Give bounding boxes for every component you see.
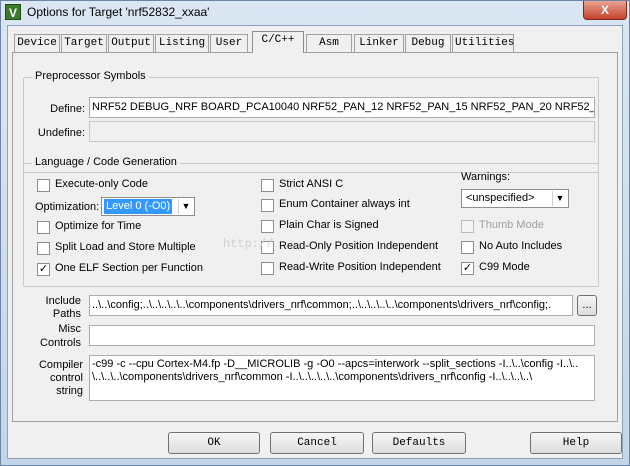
tab-device[interactable]: Device	[14, 34, 60, 52]
thumb-mode-checkbox	[461, 220, 474, 233]
tab-utilities[interactable]: Utilities	[452, 34, 514, 52]
undefine-label: Undefine:	[37, 127, 85, 139]
defaults-button[interactable]: Defaults	[372, 432, 466, 454]
include-label-line1: Include	[45, 295, 81, 307]
compiler-label-line3: string	[56, 385, 83, 397]
define-label: Define:	[50, 103, 85, 115]
misc-controls-field[interactable]	[89, 325, 595, 346]
define-field[interactable]: NRF52 DEBUG_NRF BOARD_PCA10040 NRF52_PAN…	[89, 97, 595, 118]
optimization-label: Optimization:	[35, 201, 100, 213]
strict-ansi-label: Strict ANSI C	[279, 178, 344, 190]
c99-mode-label: C99 Mode	[479, 261, 530, 273]
no-auto-includes-checkbox[interactable]	[461, 241, 474, 254]
one-elf-checkbox[interactable]: ✓	[37, 263, 50, 276]
window-title: Options for Target 'nrf52832_xxaa'	[27, 5, 210, 19]
rw-pi-label: Read-Write Position Independent	[279, 261, 441, 273]
misc-label-line2: Controls	[40, 337, 81, 349]
compiler-label-line1: Compiler	[38, 359, 83, 371]
compiler-control-string[interactable]: -c99 -c --cpu Cortex-M4.fp -D__MICROLIB …	[89, 355, 595, 401]
optimize-time-checkbox[interactable]	[37, 221, 50, 234]
close-button[interactable]: X	[583, 1, 627, 20]
tab-linker[interactable]: Linker	[354, 34, 404, 52]
optimization-value: Level 0 (-O0)	[104, 199, 173, 214]
rw-pi-checkbox[interactable]	[261, 262, 274, 275]
title-bar[interactable]: V Options for Target 'nrf52832_xxaa' X	[1, 1, 629, 25]
tab-c-cpp[interactable]: C/C++	[252, 31, 304, 53]
cancel-button[interactable]: Cancel	[270, 432, 364, 454]
chevron-down-icon[interactable]: ▼	[552, 191, 567, 206]
help-button[interactable]: Help	[530, 432, 622, 454]
include-label-line2: Paths	[52, 308, 81, 320]
tab-asm[interactable]: Asm	[306, 34, 352, 52]
optimize-time-label: Optimize for Time	[55, 220, 142, 232]
warnings-value: <unspecified>	[466, 192, 535, 204]
compiler-control-line1: -c99 -c --cpu Cortex-M4.fp -D__MICROLIB …	[92, 358, 579, 370]
strict-ansi-checkbox[interactable]	[261, 179, 274, 192]
thumb-mode-label: Thumb Mode	[479, 219, 544, 231]
misc-label-line1: Misc	[58, 323, 81, 335]
options-dialog: V Options for Target 'nrf52832_xxaa' X D…	[0, 0, 630, 466]
watermark-text: http://	[223, 237, 274, 251]
tab-user[interactable]: User	[210, 34, 248, 52]
tab-target[interactable]: Target	[61, 34, 107, 52]
compiler-label-line2: control	[49, 372, 83, 384]
one-elf-label: One ELF Section per Function	[55, 262, 203, 274]
include-browse-button[interactable]: ...	[577, 295, 597, 316]
execute-only-checkbox[interactable]	[37, 179, 50, 192]
enum-container-checkbox[interactable]	[261, 199, 274, 212]
plain-char-checkbox[interactable]	[261, 220, 274, 233]
tab-panel-c-cpp: Preprocessor Symbols Define: NRF52 DEBUG…	[12, 52, 618, 422]
tab-output[interactable]: Output	[108, 34, 154, 52]
c99-mode-checkbox[interactable]: ✓	[461, 262, 474, 275]
plain-char-label: Plain Char is Signed	[279, 219, 379, 231]
split-load-checkbox[interactable]	[37, 242, 50, 255]
split-load-label: Split Load and Store Multiple	[55, 241, 196, 253]
dialog-client-area: Device Target Output Listing User C/C++ …	[7, 25, 623, 459]
tab-listing[interactable]: Listing	[155, 34, 209, 52]
optimization-select[interactable]: Level 0 (-O0) ▼	[101, 197, 195, 216]
chevron-down-icon[interactable]: ▼	[178, 199, 193, 214]
compiler-control-line2: \..\..\..\components\drivers_nrf\common …	[92, 371, 533, 383]
warnings-label: Warnings:	[461, 171, 511, 183]
language-legend: Language / Code Generation	[32, 156, 180, 168]
undefine-field[interactable]	[89, 121, 595, 142]
no-auto-includes-label: No Auto Includes	[479, 240, 563, 252]
app-icon: V	[5, 4, 21, 20]
tab-debug[interactable]: Debug	[405, 34, 451, 52]
preprocessor-legend: Preprocessor Symbols	[32, 70, 149, 82]
include-paths-field[interactable]: ..\..\config;..\..\..\..\..\components\d…	[89, 295, 573, 316]
ro-pi-label: Read-Only Position Independent	[279, 240, 438, 252]
ok-button[interactable]: OK	[168, 432, 260, 454]
execute-only-label: Execute-only Code	[55, 178, 148, 190]
enum-container-label: Enum Container always int	[279, 198, 410, 210]
warnings-select[interactable]: <unspecified> ▼	[461, 189, 569, 208]
